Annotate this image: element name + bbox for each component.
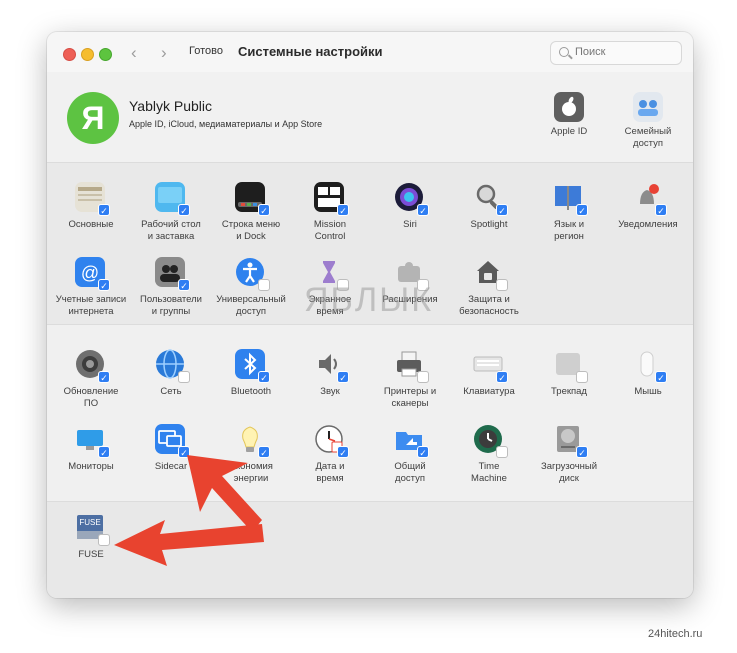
red-arrows-overlay [114, 455, 264, 566]
arrow-to-fuse [114, 520, 264, 566]
arrow-to-sidecar [187, 455, 262, 532]
site-watermark: 24hitech.ru [648, 628, 703, 640]
